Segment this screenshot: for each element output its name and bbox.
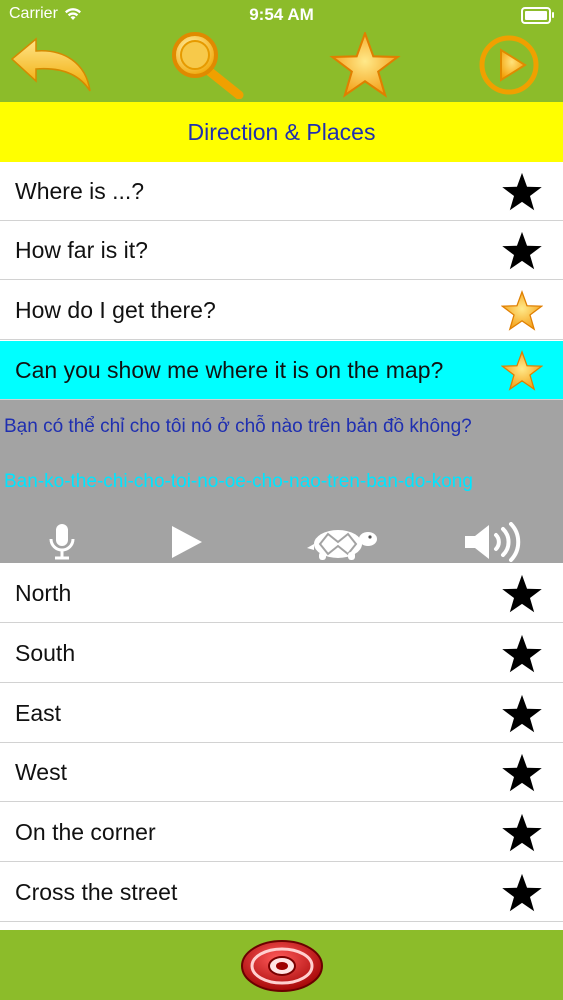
favorite-star-icon[interactable] <box>501 812 543 854</box>
volume-button[interactable] <box>460 520 532 564</box>
phrase-label: East <box>15 699 62 726</box>
phrase-label: South <box>15 639 76 666</box>
phrase-label: Cross the street <box>15 878 178 905</box>
search-button[interactable] <box>164 32 250 99</box>
phrase-label: North <box>15 579 72 606</box>
phrase-row[interactable]: North <box>0 564 563 623</box>
back-button[interactable] <box>8 32 94 98</box>
status-bar: Carrier 9:54 AM <box>0 0 563 30</box>
speaker-icon <box>465 522 521 562</box>
phrase-label: How far is it? <box>15 236 148 263</box>
phrase-row[interactable]: East <box>0 684 563 743</box>
phrase-label: Where is ...? <box>15 177 145 204</box>
star-icon <box>329 32 401 98</box>
at-sign-email-icon <box>240 940 323 992</box>
magnifier-icon <box>172 32 244 99</box>
favorite-star-icon[interactable] <box>501 872 543 914</box>
phrase-row[interactable]: West <box>0 743 563 802</box>
footer-bar <box>0 930 563 1000</box>
phrase-row[interactable]: On the corner <box>0 803 563 862</box>
phrase-row[interactable]: How far is it? <box>0 221 563 280</box>
slow-play-button[interactable] <box>305 520 381 564</box>
phrase-label: On the corner <box>15 818 156 845</box>
battery-icon <box>521 7 554 24</box>
status-time: 9:54 AM <box>249 5 314 24</box>
favorite-star-icon[interactable] <box>501 752 543 794</box>
phrase-label: West <box>15 758 67 785</box>
phrase-label: How do I get there? <box>15 296 216 323</box>
pronunciation-text: Ban-ko-the-chi-cho-toi-no-oe-cho-nao-tre… <box>4 471 473 492</box>
phrase-row[interactable]: Cross the street <box>0 863 563 922</box>
favorites-button[interactable] <box>322 32 408 98</box>
phrase-row[interactable]: Where is ...? <box>0 162 563 221</box>
play-icon <box>172 526 202 558</box>
play-circle-icon <box>479 35 539 95</box>
phrase-row[interactable]: South <box>0 624 563 683</box>
app-screen: Carrier 9:54 AM Direction & Places Where… <box>0 0 563 1000</box>
favorite-star-icon[interactable] <box>501 230 543 272</box>
email-button[interactable] <box>240 937 324 993</box>
play-all-button[interactable] <box>466 32 552 98</box>
back-arrow-icon <box>10 37 91 92</box>
phrase-label: Can you show me where it is on the map? <box>15 356 444 383</box>
record-button[interactable] <box>40 520 84 564</box>
header-bar: Carrier 9:54 AM <box>0 0 563 102</box>
category-title: Direction & Places <box>0 102 563 162</box>
favorite-star-icon[interactable] <box>501 633 543 675</box>
phrase-row-selected[interactable]: Can you show me where it is on the map? <box>0 341 563 400</box>
play-button[interactable] <box>162 520 210 564</box>
favorite-star-icon[interactable] <box>501 693 543 735</box>
favorite-star-icon[interactable] <box>501 573 543 615</box>
turtle-slow-icon <box>307 530 377 560</box>
translation-text: Bạn có thể chỉ cho tôi nó ở chỗ nào trên… <box>4 416 472 437</box>
favorite-star-icon-active[interactable] <box>501 350 543 392</box>
favorite-star-icon[interactable] <box>501 171 543 213</box>
phrase-row[interactable]: How do I get there? <box>0 281 563 340</box>
favorite-star-icon-active[interactable] <box>501 290 543 332</box>
microphone-icon <box>49 524 75 560</box>
